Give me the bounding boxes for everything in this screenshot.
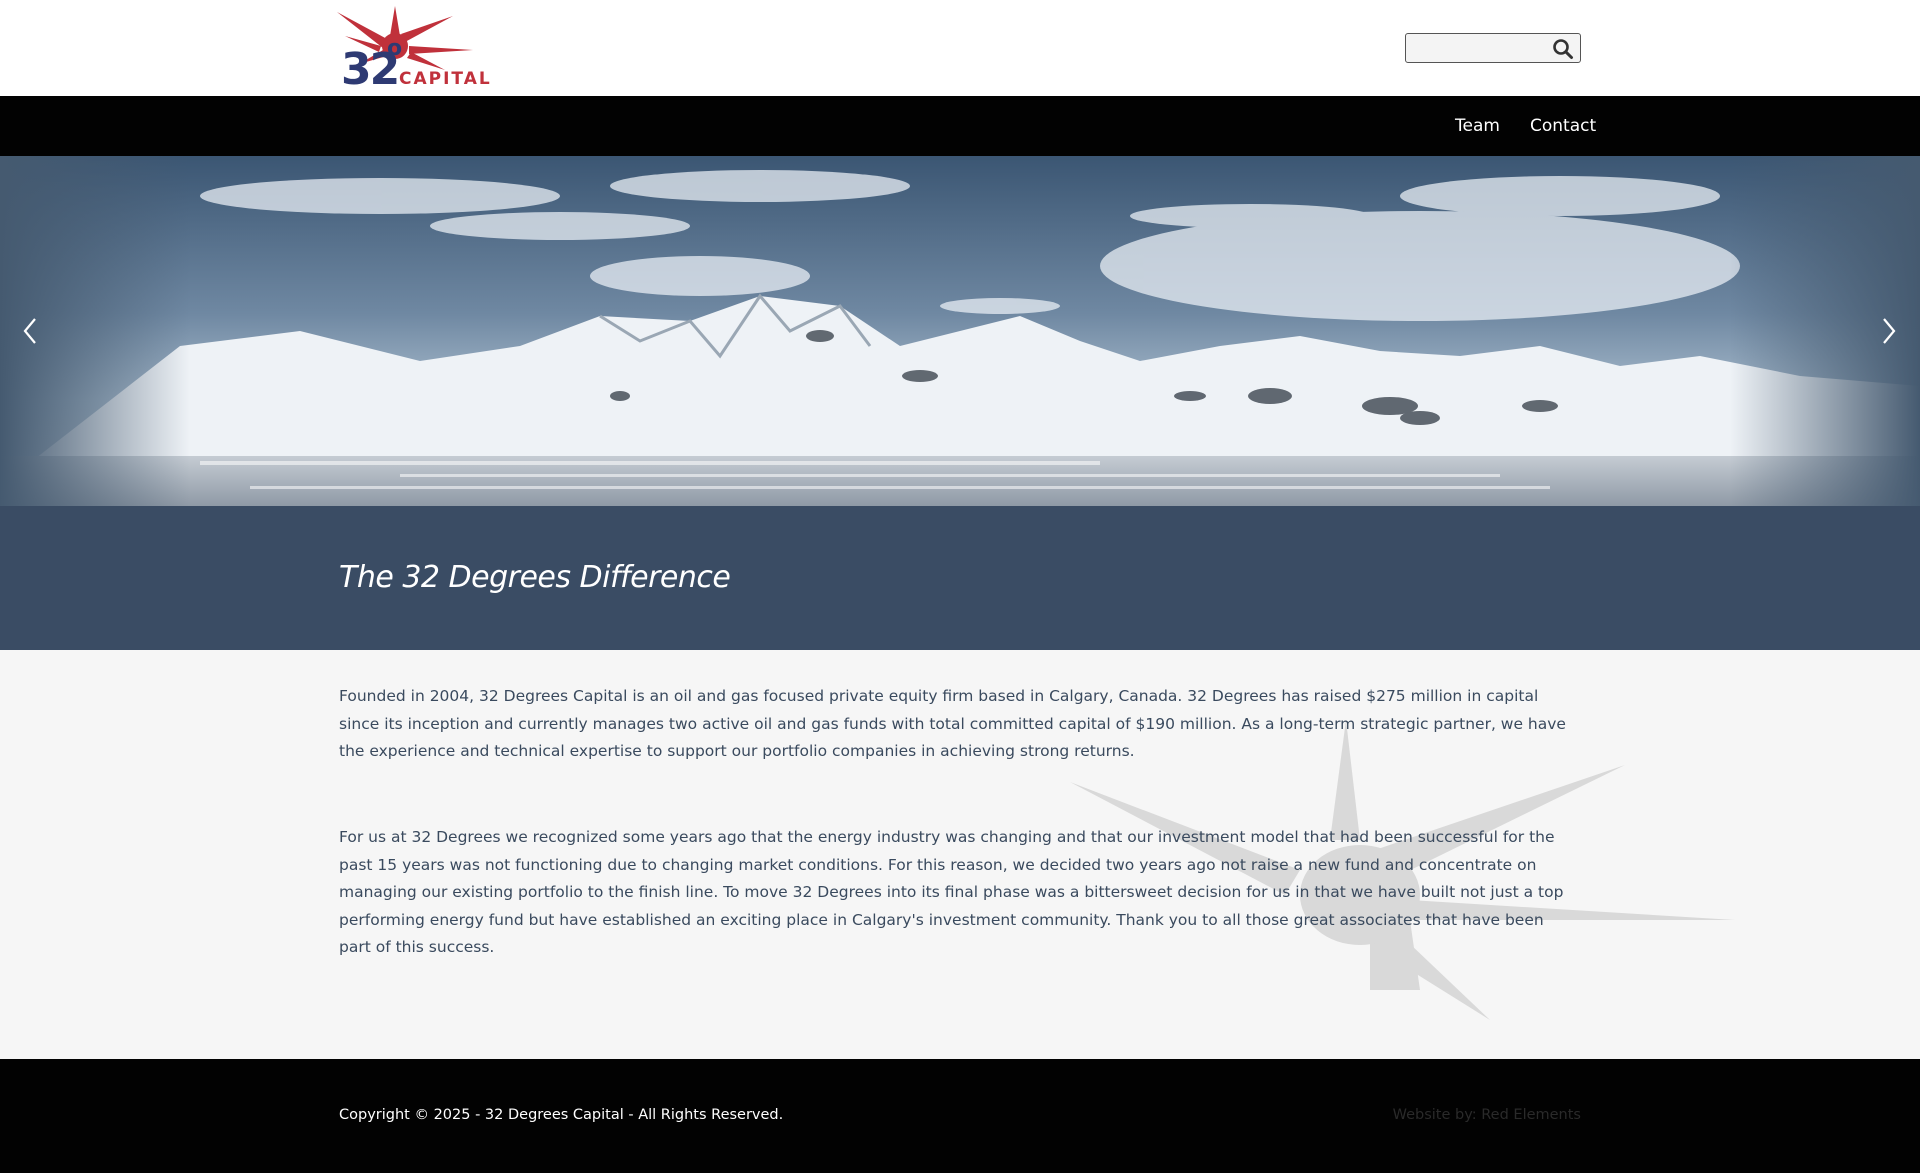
nav-item-contact[interactable]: Contact — [1530, 96, 1596, 156]
search-input[interactable] — [1406, 34, 1546, 62]
section-title-band: The 32 Degrees Difference — [0, 506, 1920, 650]
search-box — [1405, 33, 1581, 63]
copyright-text: Copyright © 2025 - 32 Degrees Capital - … — [339, 1107, 784, 1123]
hero-slider — [0, 156, 1920, 506]
intro-paragraph: Founded in 2004, 32 Degrees Capital is a… — [339, 687, 1566, 760]
main-content: Founded in 2004, 32 Degrees Capital is a… — [0, 650, 1920, 1059]
chevron-left-icon[interactable] — [19, 311, 43, 351]
page-title: The 32 Degrees Difference — [339, 560, 731, 595]
chevron-right-icon[interactable] — [1876, 311, 1900, 351]
hero-image — [0, 156, 1920, 506]
nav-item-team[interactable]: Team — [1455, 96, 1500, 156]
logo-word: CAPITAL — [399, 69, 492, 89]
search-icon[interactable] — [1552, 38, 1574, 60]
site-footer: Copyright © 2025 - 32 Degrees Capital - … — [0, 1059, 1920, 1173]
logo[interactable]: 32 o CAPITAL — [337, 6, 493, 92]
logo-degree: o — [387, 36, 403, 61]
closing-paragraph: For us at 32 Degrees we recognized some … — [339, 828, 1564, 956]
credit-link[interactable]: Website by: Red Elements — [1393, 1107, 1581, 1123]
site-header: 32 o CAPITAL — [0, 0, 1920, 96]
main-nav: Team Contact — [0, 96, 1920, 156]
